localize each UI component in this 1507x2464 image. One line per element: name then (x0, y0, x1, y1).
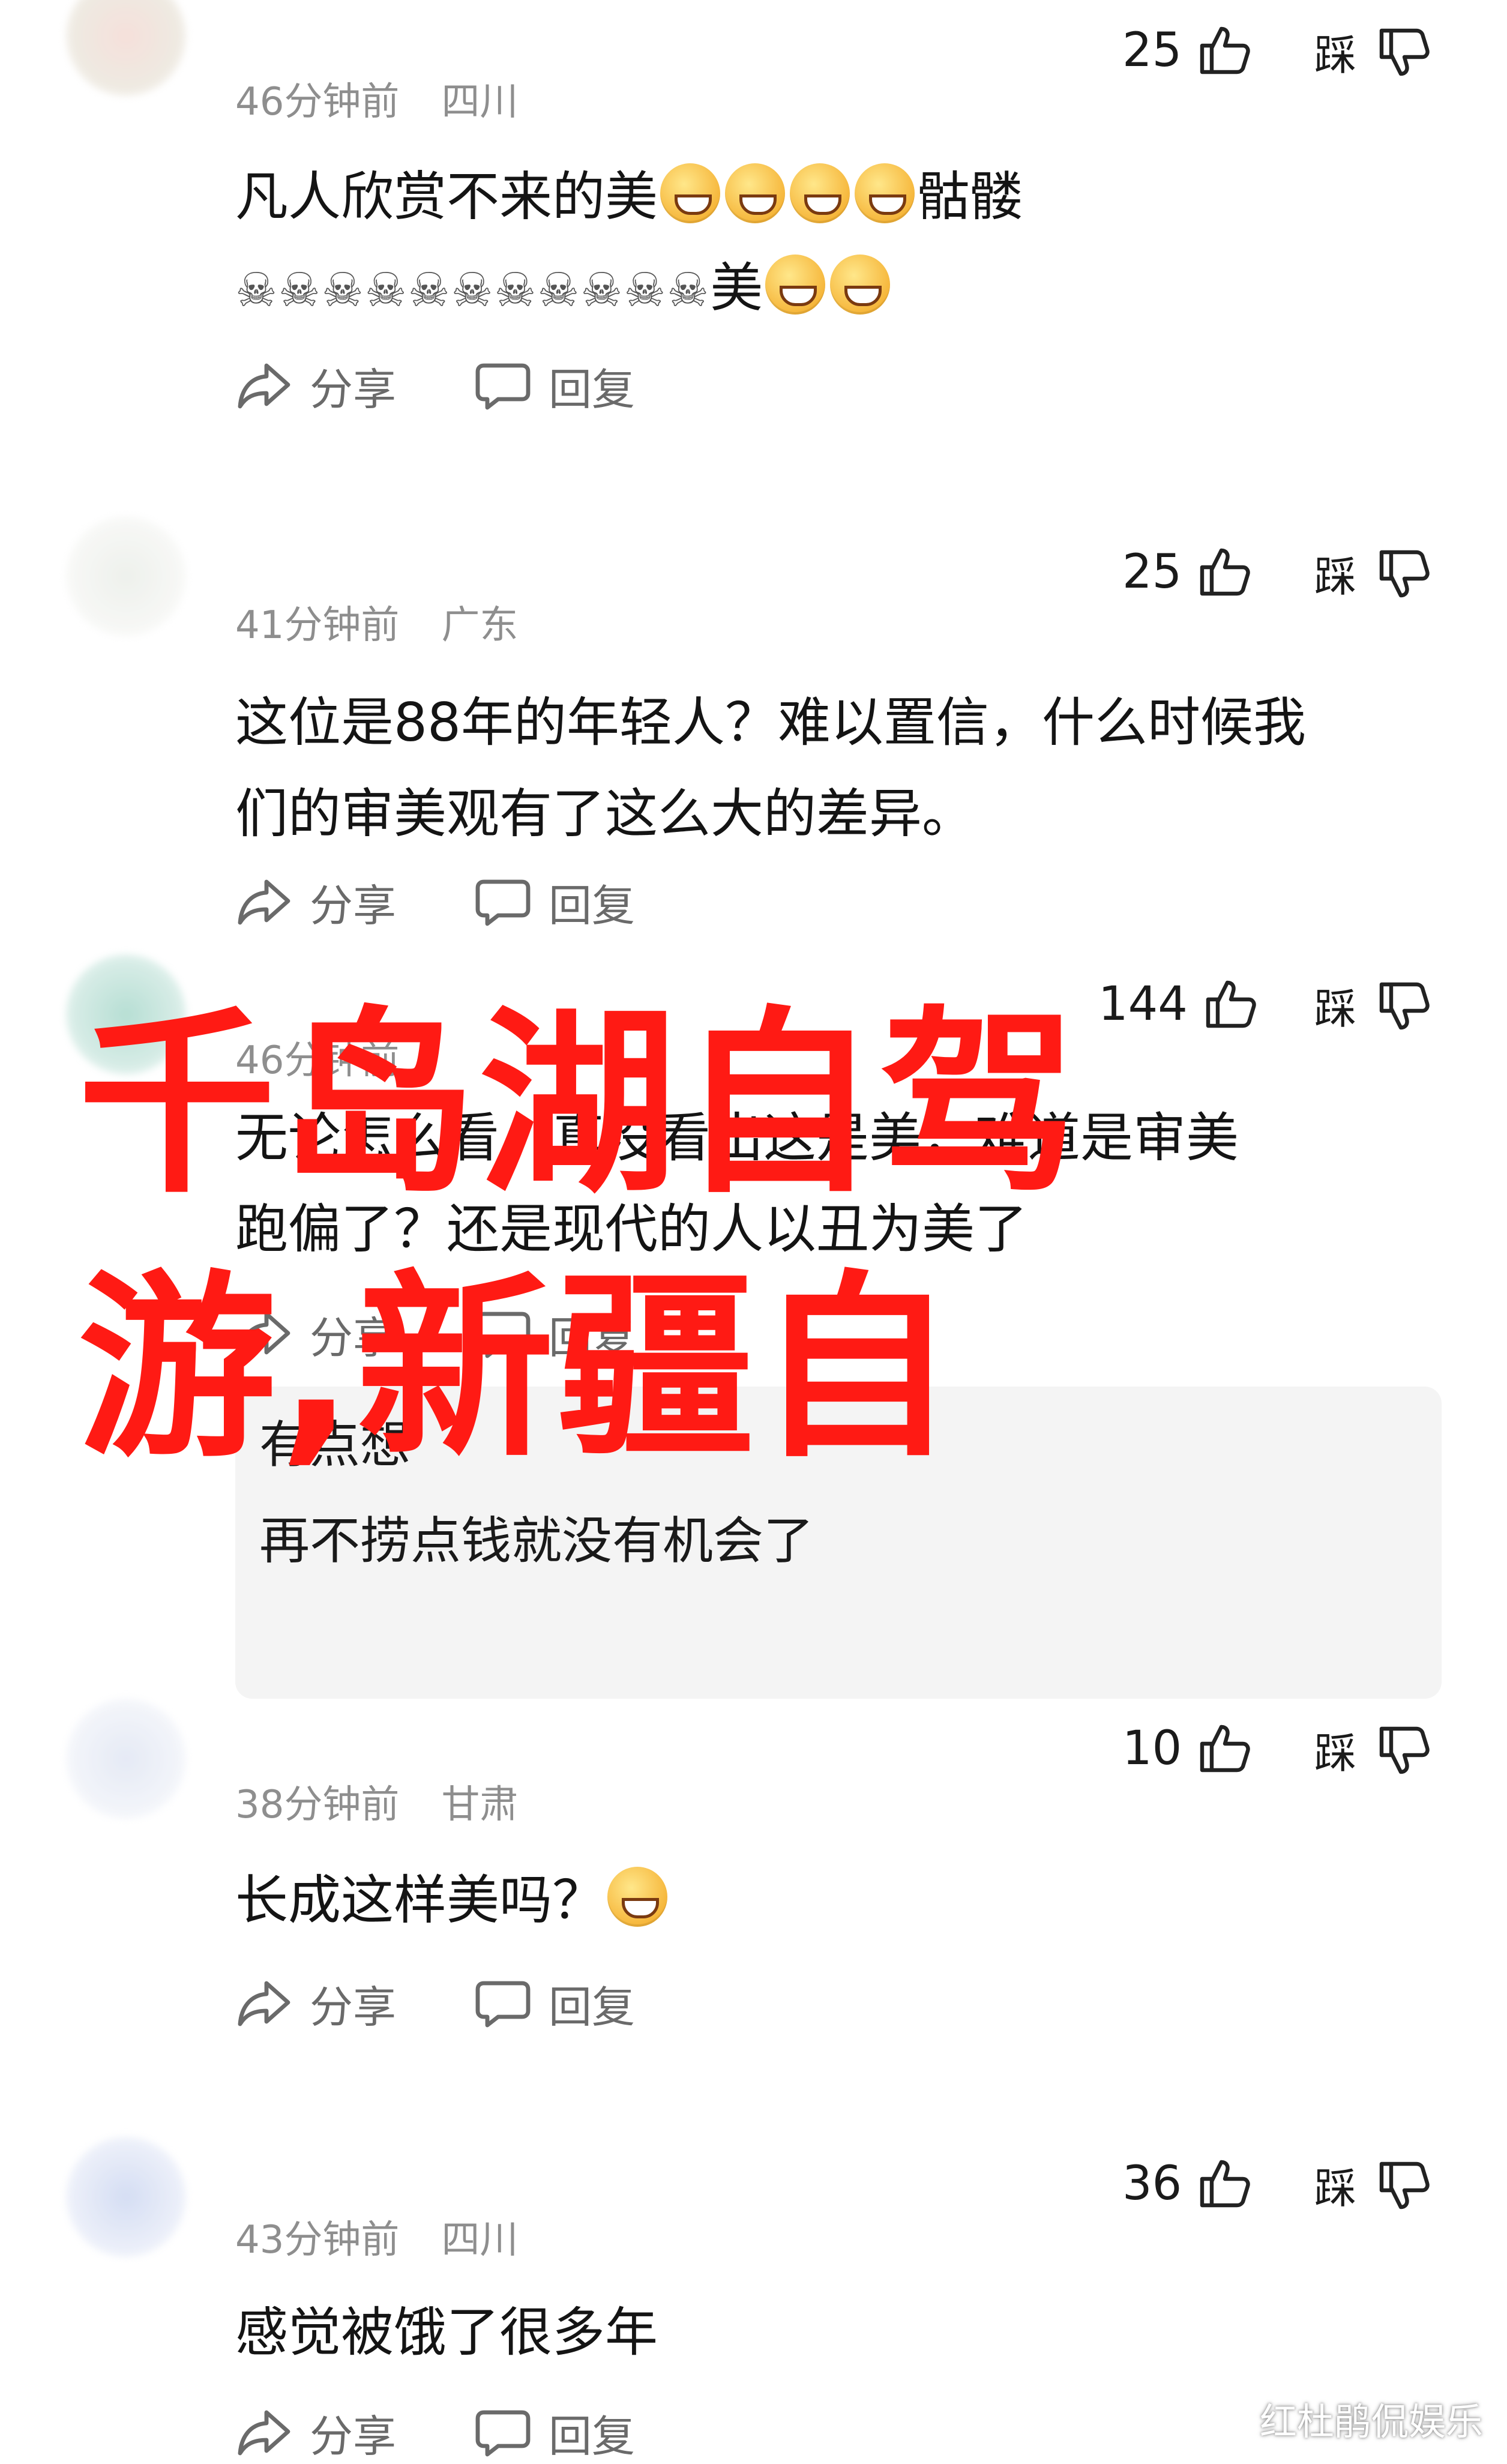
comment-bubble-icon (474, 361, 532, 411)
share-icon (235, 361, 293, 411)
thumbs-up-icon (1195, 1720, 1253, 1777)
avatar[interactable] (66, 2137, 186, 2257)
comment-time: 43分钟前 (235, 2218, 400, 2262)
dislike-label: 踩 (1314, 552, 1356, 601)
dislike-label: 踩 (1314, 31, 1356, 80)
comment-meta: 41分钟前 广东 (235, 594, 518, 649)
reply-label: 回复 (549, 1982, 636, 2032)
comment-text-line: 感觉被饿了很多年 (235, 2301, 658, 2363)
comment-text: 感觉被饿了很多年 (235, 2287, 1430, 2378)
like-button[interactable]: 25 (1122, 22, 1253, 79)
reply-button[interactable]: 回复 (474, 354, 635, 417)
overlay-line: 千岛湖自驾 (78, 989, 1080, 1220)
share-icon (235, 1978, 293, 2029)
comment-bubble-icon (474, 877, 532, 927)
thumbs-up-icon (1195, 543, 1253, 601)
comment-actions: 分享 回复 (235, 1972, 635, 2035)
overlay-headline: 千岛湖自驾 游,新疆自 (78, 972, 1458, 1501)
share-button[interactable]: 分享 (235, 2401, 396, 2464)
comment-text: 凡人欣赏不来的美 骷髅 ☠☠☠☠☠☠☠☠☠☠☠美 (235, 151, 1430, 336)
comment-time: 46分钟前 (235, 80, 400, 124)
comment-time: 38分钟前 (235, 1783, 400, 1827)
like-count: 10 (1122, 1721, 1182, 1776)
share-button[interactable]: 分享 (235, 354, 396, 417)
reply-button[interactable]: 回复 (474, 2401, 635, 2464)
reply-button[interactable]: 回复 (474, 1972, 635, 2035)
comment-text-line: 们的审美观有了这么大的差异。 (235, 783, 975, 845)
dislike-label: 踩 (1314, 1729, 1356, 1778)
comment-actions: 分享 回复 (235, 2401, 635, 2464)
thumbs-up-icon (1195, 2155, 1253, 2212)
avatar[interactable] (66, 0, 186, 96)
like-count: 25 (1122, 545, 1182, 599)
grinning-emoji-icon (660, 163, 721, 223)
astonished-emoji-icon (607, 1867, 668, 1927)
comment-meta: 46分钟前 四川 (235, 71, 518, 126)
dislike-button[interactable]: 踩 (1314, 2155, 1432, 2215)
winking-tongue-emoji-icon (855, 163, 915, 223)
share-icon (235, 2408, 293, 2458)
comment-bubble-icon (474, 1978, 532, 2029)
thumbs-down-icon (1374, 545, 1432, 603)
winking-tongue-emoji-icon (830, 255, 891, 315)
comment-text-line: 凡人欣赏不来的美 骷髅 (235, 151, 1430, 242)
dislike-button[interactable]: 踩 (1314, 543, 1432, 604)
comment-text: 这位是88年的年轻人？难以置信，什么时候我 们的审美观有了这么大的差异。 (235, 677, 1430, 860)
share-label: 分享 (310, 1982, 397, 2032)
comment-text-part: 长成这样美吗？ (235, 1869, 606, 1931)
comment-text-part: 骷髅 (917, 166, 1023, 227)
comment-meta: 38分钟前 甘肃 (235, 1774, 518, 1829)
avatar[interactable] (66, 1699, 186, 1819)
reply-preview-line: 再不捞点钱就没有机会了 (259, 1511, 814, 1570)
share-button[interactable]: 分享 (235, 870, 396, 933)
comment-location: 四川 (441, 80, 519, 124)
comment-text-line: 这位是88年的年轻人？难以置信，什么时候我 (235, 691, 1306, 753)
comment-bubble-icon (474, 2408, 532, 2458)
winking-tongue-emoji-icon (790, 163, 850, 223)
winking-tongue-emoji-icon (725, 163, 786, 223)
comment-text-line: 长成这样美吗？ (235, 1855, 1430, 1946)
comment-text: 长成这样美吗？ (235, 1855, 1430, 1946)
share-label: 分享 (310, 2411, 397, 2462)
thumbs-down-icon (1374, 2157, 1432, 2214)
comment-text-line: ☠☠☠☠☠☠☠☠☠☠☠美 (235, 242, 1430, 336)
reply-label: 回复 (549, 881, 636, 931)
overlay-line: 游,新疆自 (78, 1253, 958, 1484)
comment-location: 甘肃 (441, 1783, 519, 1827)
reply-button[interactable]: 回复 (474, 870, 635, 933)
comment-actions: 分享 回复 (235, 354, 635, 417)
avatar[interactable] (66, 516, 186, 636)
comment-text-part: 美 (710, 257, 763, 319)
like-button[interactable]: 25 (1122, 543, 1253, 601)
thumbs-down-icon (1374, 1721, 1432, 1779)
thumbs-up-icon (1195, 22, 1253, 79)
reply-label: 回复 (549, 2411, 636, 2462)
dislike-button[interactable]: 踩 (1314, 22, 1432, 82)
like-count: 36 (1122, 2157, 1182, 2211)
dislike-button[interactable]: 踩 (1314, 1720, 1432, 1780)
comment-meta: 43分钟前 四川 (235, 2209, 518, 2264)
comment-location: 广东 (441, 603, 519, 648)
dislike-label: 踩 (1314, 2164, 1356, 2213)
share-label: 分享 (310, 364, 397, 415)
comment-time: 41分钟前 (235, 603, 400, 648)
share-button[interactable]: 分享 (235, 1972, 396, 2035)
reply-label: 回复 (549, 364, 636, 415)
skull-emoji-row: ☠☠☠☠☠☠☠☠☠☠☠ (235, 264, 711, 318)
like-button[interactable]: 36 (1122, 2155, 1253, 2212)
comment-text-part: 凡人欣赏不来的美 (235, 166, 658, 227)
like-button[interactable]: 10 (1122, 1720, 1253, 1777)
comment-actions: 分享 回复 (235, 870, 635, 933)
share-icon (235, 877, 293, 927)
grinning-emoji-icon (765, 255, 826, 315)
comment-location: 四川 (441, 2218, 519, 2262)
thumbs-down-icon (1374, 23, 1432, 81)
watermark: 红杜鹃侃娱乐 (1259, 2400, 1483, 2444)
share-label: 分享 (310, 881, 397, 931)
like-count: 25 (1122, 23, 1182, 77)
